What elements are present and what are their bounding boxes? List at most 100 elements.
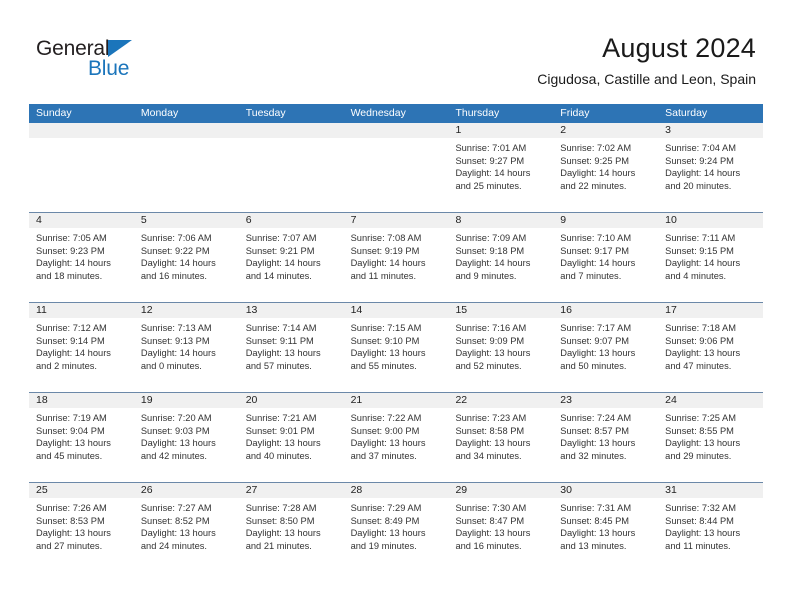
title-block: August 2024 Cigudosa, Castille and Leon,… xyxy=(537,32,756,88)
day-number: 22 xyxy=(448,393,554,408)
day-cell-20[interactable]: 20 Sunrise: 7:21 AM Sunset: 9:01 PM Dayligh… xyxy=(238,393,344,482)
daylight-text: Daylight: 13 hours xyxy=(36,528,111,539)
day-cell-9[interactable]: 9 Sunrise: 7:10 AM Sunset: 9:17 PM Daylight… xyxy=(553,213,659,302)
day-details: Sunrise: 7:32 AM Sunset: 8:44 PM Daylight:… xyxy=(658,498,763,552)
daylight-text: and 21 minutes. xyxy=(245,540,312,551)
sunrise-text: Sunrise: 7:14 AM xyxy=(245,323,317,333)
day-number: 12 xyxy=(133,303,239,318)
daylight-text: and 7 minutes. xyxy=(560,270,622,281)
sunset-text: Sunset: 8:53 PM xyxy=(36,515,105,526)
day-details xyxy=(29,138,134,142)
day-number: 19 xyxy=(133,393,239,408)
day-number: 29 xyxy=(448,483,554,498)
daylight-text: Daylight: 13 hours xyxy=(560,438,636,449)
calendar-week-row: 18 Sunrise: 7:19 AM Sunset: 9:04 PM Dayligh… xyxy=(29,392,764,482)
day-cell-13[interactable]: 13 Sunrise: 7:14 AM Sunset: 9:11 PM Dayligh… xyxy=(238,303,344,392)
day-number xyxy=(343,123,449,138)
sunset-text: Sunset: 8:52 PM xyxy=(140,515,210,526)
daylight-text: and 18 minutes. xyxy=(36,270,103,281)
day-cell-29[interactable]: 29 Sunrise: 7:30 AM Sunset: 8:47 PM Dayligh… xyxy=(448,483,554,572)
day-cell-11[interactable]: 11 Sunrise: 7:12 AM Sunset: 9:14 PM Dayligh… xyxy=(29,303,134,392)
daylight-text: Daylight: 13 hours xyxy=(455,528,531,539)
day-cell-5[interactable]: 5 Sunrise: 7:06 AM Sunset: 9:22 PM Daylight… xyxy=(133,213,239,302)
sunset-text: Sunset: 9:14 PM xyxy=(36,335,105,346)
sunset-text: Sunset: 9:21 PM xyxy=(245,245,315,256)
day-cell-27[interactable]: 27 Sunrise: 7:28 AM Sunset: 8:50 PM Dayligh… xyxy=(238,483,344,572)
day-cell-25[interactable]: 25 Sunrise: 7:26 AM Sunset: 8:53 PM Dayligh… xyxy=(29,483,134,572)
daylight-text: and 9 minutes. xyxy=(455,270,517,281)
daylight-text: and 11 minutes. xyxy=(350,270,417,281)
daylight-text: and 52 minutes. xyxy=(455,360,522,371)
sunrise-text: Sunrise: 7:16 AM xyxy=(455,323,527,333)
weekday-header-sunday: Sunday xyxy=(36,107,72,119)
daylight-text: and 32 minutes. xyxy=(560,450,627,461)
day-cell-14[interactable]: 14 Sunrise: 7:15 AM Sunset: 9:10 PM Dayligh… xyxy=(343,303,449,392)
day-details: Sunrise: 7:29 AM Sunset: 8:49 PM Daylight:… xyxy=(344,498,449,552)
day-cell-18[interactable]: 18 Sunrise: 7:19 AM Sunset: 9:04 PM Dayligh… xyxy=(29,393,134,482)
day-cell-21[interactable]: 21 Sunrise: 7:22 AM Sunset: 9:00 PM Dayligh… xyxy=(343,393,449,482)
day-details: Sunrise: 7:22 AM Sunset: 9:00 PM Daylight:… xyxy=(344,408,449,462)
sunset-text: Sunset: 9:10 PM xyxy=(350,335,420,346)
general-blue-logo[interactable]: General Blue xyxy=(36,38,256,90)
day-details xyxy=(239,138,344,142)
day-details: Sunrise: 7:10 AM Sunset: 9:17 PM Daylight:… xyxy=(553,228,658,282)
day-number xyxy=(133,123,239,138)
day-cell-1[interactable]: 1 Sunrise: 7:01 AM Sunset: 9:27 PM Daylight… xyxy=(448,123,554,212)
daylight-text: Daylight: 13 hours xyxy=(245,348,321,359)
day-number: 2 xyxy=(553,123,659,138)
sunset-text: Sunset: 9:03 PM xyxy=(140,425,210,436)
day-cell-28[interactable]: 28 Sunrise: 7:29 AM Sunset: 8:49 PM Dayligh… xyxy=(343,483,449,572)
day-cell-10[interactable]: 10 Sunrise: 7:11 AM Sunset: 9:15 PM Dayligh… xyxy=(658,213,764,302)
day-cell-4[interactable]: 4 Sunrise: 7:05 AM Sunset: 9:23 PM Daylight… xyxy=(29,213,134,302)
day-details: Sunrise: 7:18 AM Sunset: 9:06 PM Daylight:… xyxy=(658,318,763,372)
day-number: 4 xyxy=(29,213,134,228)
daylight-text: and 34 minutes. xyxy=(455,450,522,461)
day-cell-15[interactable]: 15 Sunrise: 7:16 AM Sunset: 9:09 PM Dayligh… xyxy=(448,303,554,392)
day-cell-6[interactable]: 6 Sunrise: 7:07 AM Sunset: 9:21 PM Daylight… xyxy=(238,213,344,302)
day-cell-23[interactable]: 23 Sunrise: 7:24 AM Sunset: 8:57 PM Dayligh… xyxy=(553,393,659,482)
day-details: Sunrise: 7:12 AM Sunset: 9:14 PM Daylight:… xyxy=(29,318,134,372)
sunrise-text: Sunrise: 7:29 AM xyxy=(350,503,422,513)
daylight-text: and 4 minutes. xyxy=(665,270,727,281)
day-number: 8 xyxy=(448,213,554,228)
day-number: 23 xyxy=(553,393,659,408)
daylight-text: Daylight: 13 hours xyxy=(560,528,636,539)
logo-triangle-icon xyxy=(108,40,132,57)
day-cell-12[interactable]: 12 Sunrise: 7:13 AM Sunset: 9:13 PM Dayligh… xyxy=(133,303,239,392)
day-cell-16[interactable]: 16 Sunrise: 7:17 AM Sunset: 9:07 PM Dayligh… xyxy=(553,303,659,392)
day-cell-7[interactable]: 7 Sunrise: 7:08 AM Sunset: 9:19 PM Daylight… xyxy=(343,213,449,302)
calendar-grid: Sunday Monday Tuesday Wednesday Thursday Frid… xyxy=(29,104,764,572)
day-cell-empty xyxy=(238,123,344,212)
calendar-page: General Blue August 2024 Cigudosa, Casti… xyxy=(0,0,792,612)
day-cell-2[interactable]: 2 Sunrise: 7:02 AM Sunset: 9:25 PM Daylight… xyxy=(553,123,659,212)
day-details: Sunrise: 7:17 AM Sunset: 9:07 PM Daylight:… xyxy=(553,318,658,372)
sunrise-text: Sunrise: 7:28 AM xyxy=(245,503,317,513)
day-cell-31[interactable]: 31 Sunrise: 7:32 AM Sunset: 8:44 PM Dayligh… xyxy=(658,483,764,572)
daylight-text: Daylight: 14 hours xyxy=(350,258,426,269)
sunrise-text: Sunrise: 7:15 AM xyxy=(350,323,422,333)
daylight-text: Daylight: 14 hours xyxy=(455,258,531,269)
daylight-text: and 50 minutes. xyxy=(560,360,627,371)
day-cell-8[interactable]: 8 Sunrise: 7:09 AM Sunset: 9:18 PM Daylight… xyxy=(448,213,554,302)
daylight-text: Daylight: 13 hours xyxy=(36,438,111,449)
day-number: 31 xyxy=(658,483,764,498)
daylight-text: Daylight: 14 hours xyxy=(560,258,636,269)
day-cell-19[interactable]: 19 Sunrise: 7:20 AM Sunset: 9:03 PM Dayligh… xyxy=(133,393,239,482)
sunset-text: Sunset: 9:17 PM xyxy=(560,245,630,256)
day-number: 9 xyxy=(553,213,659,228)
day-details: Sunrise: 7:15 AM Sunset: 9:10 PM Daylight:… xyxy=(344,318,449,372)
daylight-text: Daylight: 13 hours xyxy=(455,348,531,359)
daylight-text: and 40 minutes. xyxy=(245,450,312,461)
day-cell-3[interactable]: 3 Sunrise: 7:04 AM Sunset: 9:24 PM Daylight… xyxy=(658,123,764,212)
day-details xyxy=(134,138,239,142)
day-number: 15 xyxy=(448,303,554,318)
day-cell-26[interactable]: 26 Sunrise: 7:27 AM Sunset: 8:52 PM Dayligh… xyxy=(133,483,239,572)
day-cell-17[interactable]: 17 Sunrise: 7:18 AM Sunset: 9:06 PM Dayligh… xyxy=(658,303,764,392)
day-cell-22[interactable]: 22 Sunrise: 7:23 AM Sunset: 8:58 PM Dayligh… xyxy=(448,393,554,482)
calendar-week-row: 11 Sunrise: 7:12 AM Sunset: 9:14 PM Dayligh… xyxy=(29,302,764,392)
daylight-text: and 11 minutes. xyxy=(665,540,731,551)
sunset-text: Sunset: 9:15 PM xyxy=(665,245,734,256)
day-number: 28 xyxy=(343,483,449,498)
day-cell-30[interactable]: 30 Sunrise: 7:31 AM Sunset: 8:45 PM Dayligh… xyxy=(553,483,659,572)
day-cell-24[interactable]: 24 Sunrise: 7:25 AM Sunset: 8:55 PM Dayligh… xyxy=(658,393,764,482)
